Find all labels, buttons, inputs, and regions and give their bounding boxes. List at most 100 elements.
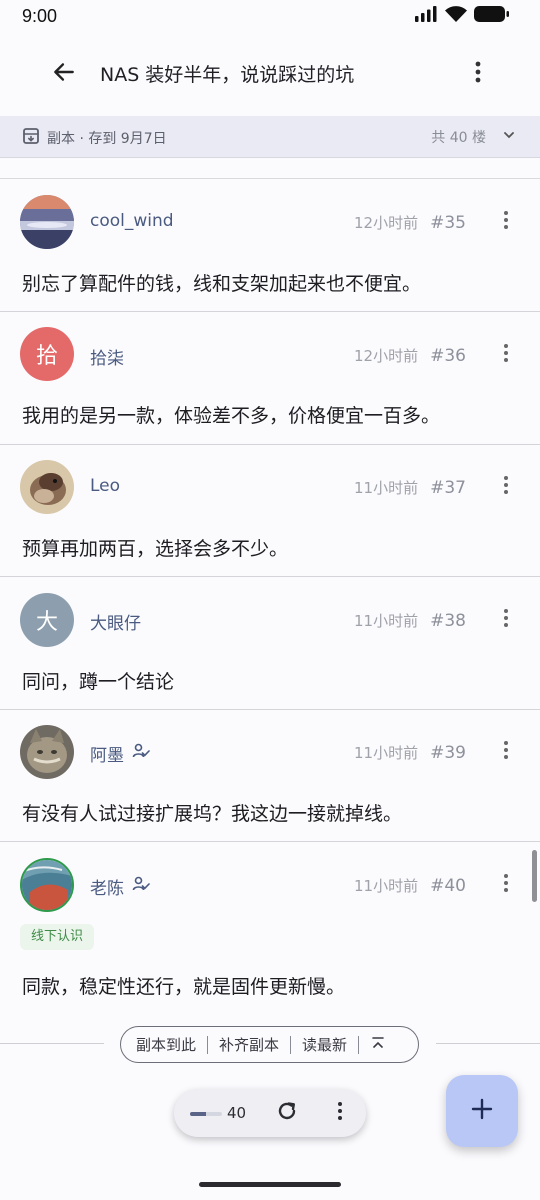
divider xyxy=(0,1043,104,1044)
post-meta: 11小时前 #38 xyxy=(354,610,466,631)
back-button[interactable] xyxy=(44,54,84,94)
chevron-down-icon xyxy=(502,128,516,146)
post-meta: 12小时前 #36 xyxy=(354,345,466,366)
app-bar: NAS 装好半年，说说踩过的坑 xyxy=(0,38,540,110)
avatar[interactable] xyxy=(20,725,74,779)
status-bar: 9:00 xyxy=(0,0,540,32)
floor-number: #35 xyxy=(430,213,466,233)
username[interactable]: 阿墨 xyxy=(90,741,150,766)
post-item: 拾 拾柒 12小时前 #36 我用的是另一款，体验差不多，价格便宜一百多。 xyxy=(0,312,540,445)
post-item: cool_wind 12小时前 #35 别忘了算配件的钱，线和支架加起来也不便宜… xyxy=(0,179,540,312)
floor-count[interactable]: 共 40 楼 xyxy=(431,127,516,147)
thread-actions: 副本到此 补齐副本 读最新 xyxy=(120,1026,419,1063)
archive-info: 副本 · 存到 9月7日 xyxy=(22,127,167,149)
wifi-icon xyxy=(444,5,468,28)
floor-number: #38 xyxy=(430,611,466,631)
post-time: 12小时前 xyxy=(354,347,419,365)
username[interactable]: cool_wind xyxy=(90,211,174,231)
scrollbar-thumb[interactable] xyxy=(532,850,537,902)
separator xyxy=(207,1035,209,1054)
post-content: 别忘了算配件的钱，线和支架加起来也不便宜。 xyxy=(22,273,422,295)
post-menu-button[interactable] xyxy=(494,473,518,501)
floor-counter: 40 xyxy=(227,1104,247,1122)
post-menu-button[interactable] xyxy=(494,606,518,634)
avatar[interactable] xyxy=(20,195,74,249)
post-meta: 12小时前 #35 xyxy=(354,212,466,233)
post-menu-button[interactable] xyxy=(494,341,518,369)
user-tag: 线下认识 xyxy=(20,924,95,950)
user-check-icon xyxy=(132,742,150,765)
overflow-menu-button[interactable] xyxy=(458,54,498,94)
save-copy-button[interactable]: 副本到此 xyxy=(136,1034,196,1055)
post-meta: 11小时前 #37 xyxy=(354,477,466,498)
more-vertical-icon xyxy=(503,608,509,632)
progress-fill xyxy=(190,1112,206,1116)
username[interactable]: 拾柒 xyxy=(90,344,124,369)
more-vertical-icon xyxy=(503,873,509,897)
more-vertical-icon xyxy=(503,343,509,367)
control-menu-button[interactable] xyxy=(329,1100,351,1126)
reading-control-bar: 40 xyxy=(174,1089,366,1137)
avatar[interactable]: 大 xyxy=(20,593,74,647)
post-item: 阿墨 11小时前 #39 有没有人试过接扩展坞？我这边一接就掉线。 xyxy=(0,710,540,842)
floor-number: #40 xyxy=(430,876,466,896)
separator xyxy=(358,1035,360,1054)
more-vertical-icon xyxy=(337,1101,343,1125)
post-content: 我用的是另一款，体验差不多，价格便宜一百多。 xyxy=(22,405,441,427)
separator xyxy=(290,1035,292,1054)
username[interactable]: 大眼仔 xyxy=(90,609,141,634)
divider xyxy=(436,1043,540,1044)
refresh-button[interactable] xyxy=(274,1100,300,1126)
post-menu-button[interactable] xyxy=(494,208,518,236)
signal-icon xyxy=(414,5,438,27)
page-title: NAS 装好半年，说说踩过的坑 xyxy=(100,64,355,86)
more-vertical-icon xyxy=(503,210,509,234)
post-meta: 11小时前 #40 xyxy=(354,875,466,896)
user-check-icon xyxy=(132,875,150,898)
archive-bar[interactable]: 副本 · 存到 9月7日 共 40 楼 xyxy=(0,116,540,158)
post-time: 11小时前 xyxy=(354,612,419,630)
more-vertical-icon xyxy=(503,475,509,499)
post-meta: 11小时前 #39 xyxy=(354,742,466,763)
archive-box-icon xyxy=(22,127,40,149)
post-item: Leo 11小时前 #37 预算再加两百，选择会多不少。 xyxy=(0,445,540,577)
post-content: 有没有人试过接扩展坞？我这边一接就掉线。 xyxy=(22,803,403,825)
read-latest-button[interactable]: 读最新 xyxy=(302,1034,347,1055)
post-time: 11小时前 xyxy=(354,877,419,895)
floor-number: #36 xyxy=(430,346,466,366)
reading-progress xyxy=(190,1112,222,1116)
post-item: 老陈 11小时前 #40 线下认识 同款，稳定性还行，就是固件更新慢。 xyxy=(0,842,540,1002)
refresh-icon xyxy=(276,1100,298,1126)
battery-icon xyxy=(474,5,510,28)
post-time: 11小时前 xyxy=(354,479,419,497)
floor-number: #39 xyxy=(430,743,466,763)
avatar[interactable]: 拾 xyxy=(20,327,74,381)
floor-number: #37 xyxy=(430,478,466,498)
post-content: 同问，蹲一个结论 xyxy=(22,671,175,693)
post-time: 11小时前 xyxy=(354,744,419,762)
archive-label: 副本 · 存到 9月7日 xyxy=(47,131,167,147)
collapse-up-icon[interactable] xyxy=(370,1035,386,1055)
post-time: 12小时前 xyxy=(354,214,419,232)
total-floors: 共 40 楼 xyxy=(431,130,486,146)
avatar[interactable] xyxy=(20,858,74,912)
username[interactable]: Leo xyxy=(90,476,120,496)
status-time: 9:00 xyxy=(22,5,58,26)
more-vertical-icon xyxy=(503,740,509,764)
post-content: 预算再加两百，选择会多不少。 xyxy=(22,538,289,560)
arrow-left-icon xyxy=(51,59,77,89)
home-indicator[interactable] xyxy=(199,1182,341,1187)
avatar-letter: 拾 xyxy=(35,344,58,369)
post-menu-button[interactable] xyxy=(494,871,518,899)
username[interactable]: 老陈 xyxy=(90,874,150,899)
post-menu-button[interactable] xyxy=(494,738,518,766)
avatar-letter: 大 xyxy=(35,610,58,635)
new-reply-button[interactable] xyxy=(446,1075,518,1147)
post-item: 大 大眼仔 11小时前 #38 同问，蹲一个结论 xyxy=(0,577,540,710)
plus-icon xyxy=(470,1097,494,1125)
status-icons xyxy=(414,5,510,28)
more-vertical-icon xyxy=(474,60,482,88)
post-content: 同款，稳定性还行，就是固件更新慢。 xyxy=(22,976,346,998)
avatar[interactable] xyxy=(20,460,74,514)
fill-copy-button[interactable]: 补齐副本 xyxy=(219,1034,279,1055)
